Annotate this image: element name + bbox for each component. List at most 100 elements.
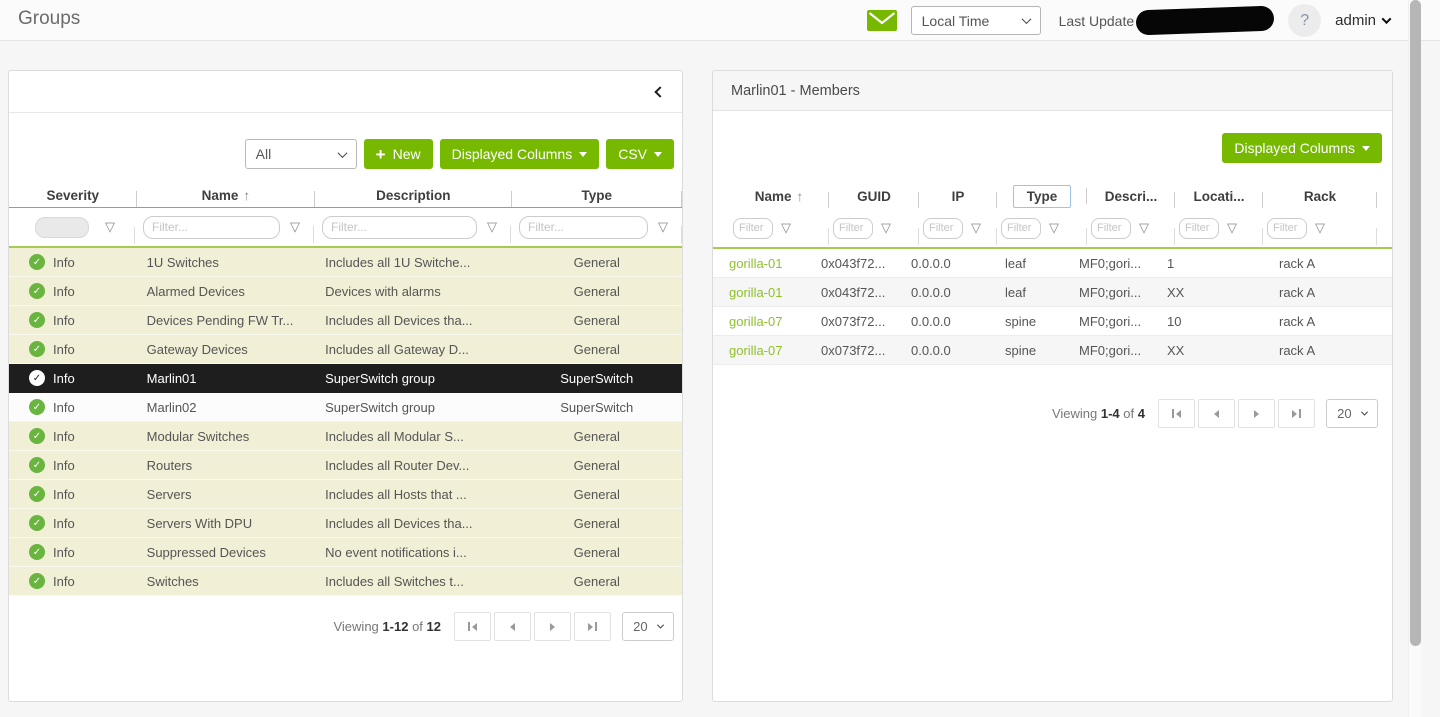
group-type-cell: General	[512, 313, 682, 328]
next-page-button[interactable]	[1238, 399, 1275, 428]
column-header-type[interactable]: Type	[512, 188, 683, 203]
group-row[interactable]: ✓ Info Servers With DPU Includes all Dev…	[9, 509, 682, 538]
filter-funnel-icon[interactable]: ▽	[290, 219, 300, 235]
column-header-severity[interactable]: Severity	[9, 188, 137, 203]
member-name-link[interactable]: gorilla-07	[713, 314, 813, 329]
chevron-down-icon	[1021, 14, 1031, 24]
severity-label: Info	[53, 516, 75, 531]
first-page-button[interactable]	[1158, 399, 1195, 428]
page-size-select[interactable]: 20	[1326, 399, 1378, 428]
filter-funnel-icon[interactable]: ▽	[881, 220, 891, 236]
type-filter-input[interactable]	[519, 216, 648, 239]
group-row[interactable]: ✓ Info Servers Includes all Hosts that .…	[9, 480, 682, 509]
column-header-type[interactable]: Type	[997, 185, 1087, 208]
column-header-rack[interactable]: Rack	[1263, 189, 1377, 204]
filter-funnel-icon[interactable]: ▽	[781, 220, 791, 236]
member-description-cell: MF0;gori...	[1071, 343, 1159, 358]
prev-page-button[interactable]	[494, 612, 531, 641]
next-page-button[interactable]	[534, 612, 571, 641]
member-type-cell: spine	[981, 343, 1071, 358]
member-row[interactable]: gorilla-07 0x073f72... 0.0.0.0 spine MF0…	[713, 336, 1392, 365]
prev-page-button[interactable]	[1198, 399, 1235, 428]
rack-filter-input[interactable]	[1267, 218, 1307, 239]
collapse-panel-icon[interactable]	[656, 84, 664, 99]
type-filter-cell: ▽	[511, 216, 682, 239]
member-name-link[interactable]: gorilla-01	[713, 256, 813, 271]
help-icon[interactable]: ?	[1288, 4, 1321, 37]
displayed-columns-button[interactable]: Displayed Columns	[1222, 133, 1382, 163]
description-filter-input[interactable]	[1091, 218, 1131, 239]
mail-icon[interactable]	[867, 10, 897, 31]
filter-funnel-icon[interactable]: ▽	[658, 219, 668, 235]
group-row[interactable]: ✓ Info Marlin01 SuperSwitch group SuperS…	[9, 364, 682, 393]
redaction-marker	[1136, 6, 1275, 36]
chevron-down-icon	[1361, 409, 1368, 416]
last-page-button[interactable]	[574, 612, 611, 641]
member-name-link[interactable]: gorilla-01	[713, 285, 813, 300]
severity-cell: ✓ Info	[9, 399, 137, 415]
member-ip-cell: 0.0.0.0	[903, 285, 981, 300]
group-row[interactable]: ✓ Info Suppressed Devices No event notif…	[9, 538, 682, 567]
member-description-cell: MF0;gori...	[1071, 314, 1159, 329]
last-page-button[interactable]	[1278, 399, 1315, 428]
severity-filter-select[interactable]	[35, 217, 89, 238]
displayed-columns-button[interactable]: Displayed Columns	[440, 139, 600, 169]
column-header-description[interactable]: Description	[315, 188, 511, 203]
group-name-cell: Marlin02	[137, 400, 315, 415]
column-header-name[interactable]: Name↑	[729, 189, 829, 204]
column-header-location[interactable]: Locati...	[1175, 189, 1263, 204]
group-row[interactable]: ✓ Info Routers Includes all Router Dev..…	[9, 451, 682, 480]
filter-funnel-icon[interactable]: ▽	[1139, 220, 1149, 236]
first-page-button[interactable]	[454, 612, 491, 641]
column-header-guid[interactable]: GUID	[829, 189, 919, 204]
filter-funnel-icon[interactable]: ▽	[1227, 220, 1237, 236]
page-size-select[interactable]: 20	[622, 612, 674, 641]
group-type-cell: General	[512, 284, 682, 299]
severity-info-icon: ✓	[29, 341, 45, 357]
group-row[interactable]: ✓ Info Devices Pending FW Tr... Includes…	[9, 306, 682, 335]
filter-funnel-icon[interactable]: ▽	[487, 219, 497, 235]
ip-filter-input[interactable]	[923, 218, 963, 239]
column-header-description[interactable]: Descri...	[1087, 189, 1175, 204]
group-name-cell: Modular Switches	[137, 429, 315, 444]
severity-info-icon: ✓	[29, 573, 45, 589]
viewing-range-text: Viewing 1-4 of 4	[1052, 406, 1145, 421]
group-name-cell: Servers With DPU	[137, 516, 315, 531]
group-scope-select[interactable]: All	[245, 139, 357, 169]
group-description-cell: No event notifications i...	[315, 545, 511, 560]
group-row[interactable]: ✓ Info Gateway Devices Includes all Gate…	[9, 335, 682, 364]
member-name-link[interactable]: gorilla-07	[713, 343, 813, 358]
filter-funnel-icon[interactable]: ▽	[105, 219, 115, 235]
group-type-cell: General	[512, 458, 682, 473]
filter-funnel-icon[interactable]: ▽	[1049, 220, 1059, 236]
guid-filter-input[interactable]	[833, 218, 873, 239]
severity-cell: ✓ Info	[9, 312, 137, 328]
group-description-cell: Includes all Router Dev...	[315, 458, 511, 473]
group-row[interactable]: ✓ Info Modular Switches Includes all Mod…	[9, 422, 682, 451]
column-header-name[interactable]: Name↑	[137, 188, 315, 203]
scrollbar-thumb[interactable]	[1410, 0, 1421, 646]
user-menu[interactable]: admin	[1335, 12, 1390, 29]
member-row[interactable]: gorilla-07 0x073f72... 0.0.0.0 spine MF0…	[713, 307, 1392, 336]
location-filter-input[interactable]	[1179, 218, 1219, 239]
group-row[interactable]: ✓ Info 1U Switches Includes all 1U Switc…	[9, 248, 682, 277]
group-name-cell: 1U Switches	[137, 255, 315, 270]
severity-label: Info	[53, 342, 75, 357]
timezone-select[interactable]: Local Time	[911, 6, 1041, 35]
member-row[interactable]: gorilla-01 0x043f72... 0.0.0.0 leaf MF0;…	[713, 249, 1392, 278]
member-type-cell: leaf	[981, 256, 1071, 271]
csv-export-button[interactable]: CSV	[606, 139, 674, 169]
filter-funnel-icon[interactable]: ▽	[1315, 220, 1325, 236]
member-row[interactable]: gorilla-01 0x043f72... 0.0.0.0 leaf MF0;…	[713, 278, 1392, 307]
name-filter-input[interactable]	[733, 218, 773, 239]
vertical-scrollbar[interactable]	[1408, 0, 1421, 717]
group-row[interactable]: ✓ Info Switches Includes all Switches t.…	[9, 567, 682, 596]
new-group-button[interactable]: + New	[364, 139, 433, 169]
filter-funnel-icon[interactable]: ▽	[971, 220, 981, 236]
group-row[interactable]: ✓ Info Alarmed Devices Devices with alar…	[9, 277, 682, 306]
group-row[interactable]: ✓ Info Marlin02 SuperSwitch group SuperS…	[9, 393, 682, 422]
type-filter-input[interactable]	[1001, 218, 1041, 239]
column-header-ip[interactable]: IP	[919, 189, 997, 204]
name-filter-input[interactable]	[143, 216, 280, 239]
description-filter-input[interactable]	[322, 216, 477, 239]
